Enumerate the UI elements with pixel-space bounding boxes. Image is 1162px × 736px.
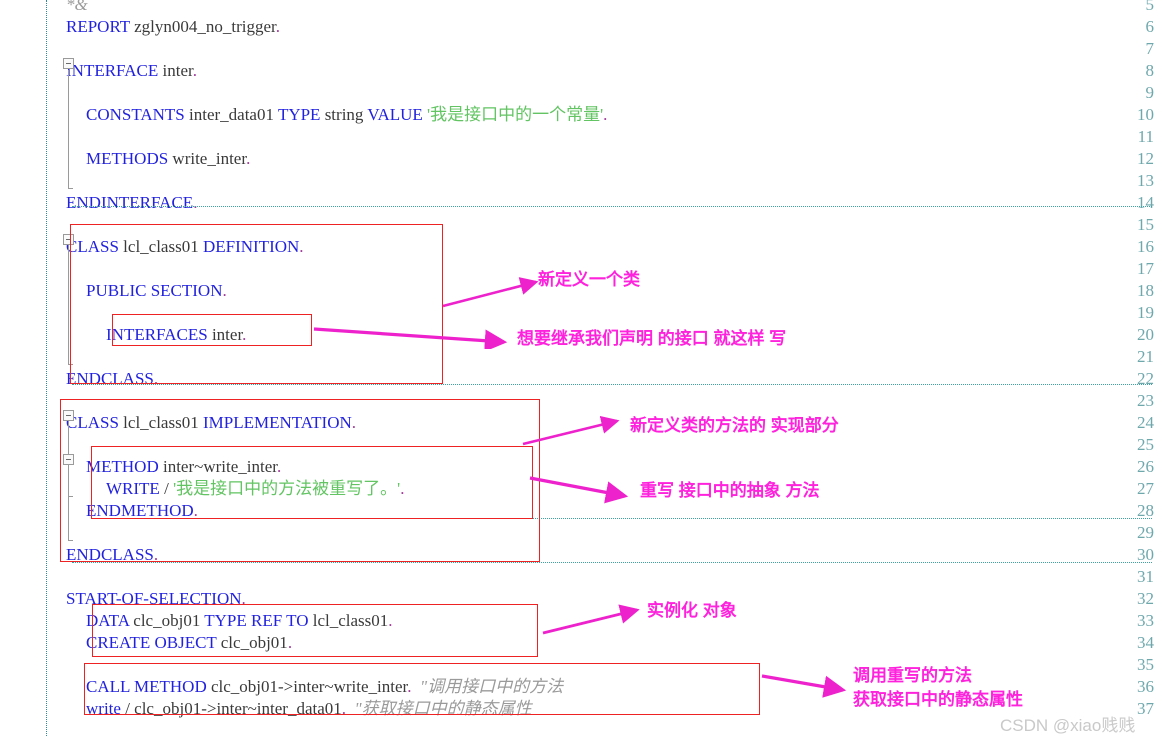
line-number: 36 (1137, 677, 1154, 696)
fold-bar-interface (68, 70, 69, 188)
code-token: TYPE (277, 105, 321, 124)
line-number: 13 (1137, 171, 1154, 190)
annotation-get-static-prop: 获取接口中的静态属性 (853, 690, 1023, 709)
code-line[interactable] (56, 82, 66, 104)
block-separator-definition (72, 384, 1152, 385)
line-number: 10 (1137, 105, 1154, 124)
highlight-box-interfaces-statement (112, 314, 312, 346)
line-number: 35 (1137, 655, 1154, 674)
code-token: *& (66, 0, 88, 14)
code-token: METHODS (86, 149, 169, 168)
arrow-override-abstract (529, 476, 629, 504)
annotation-new-class: 新定义一个类 (538, 270, 640, 289)
line-number: 26 (1137, 457, 1154, 476)
line-number: 7 (1145, 39, 1155, 58)
line-number: 5 (1145, 0, 1155, 14)
line-number: 14 (1137, 193, 1154, 212)
code-line[interactable]: INTERFACE inter. (56, 60, 197, 82)
code-line[interactable]: CONSTANTS inter_data01 TYPE string VALUE… (56, 104, 607, 126)
code-line[interactable] (56, 126, 86, 148)
code-token: INTERFACE (66, 61, 159, 80)
code-line[interactable] (56, 258, 66, 280)
line-number: 18 (1137, 281, 1154, 300)
code-line[interactable] (56, 654, 86, 676)
line-number: 15 (1137, 215, 1154, 234)
fold-end-interface (68, 188, 73, 189)
annotation-impl-part: 新定义类的方法的 实现部分 (630, 416, 839, 435)
code-token: inter_data01 (184, 105, 278, 124)
fold-marker-interface[interactable] (63, 58, 74, 69)
code-token: inter (158, 61, 193, 80)
line-number: 27 (1137, 479, 1154, 498)
code-token: CONSTANTS (86, 105, 185, 124)
arrow-call-override (761, 674, 847, 698)
arrow-implementation-part (522, 415, 620, 446)
code-line[interactable] (56, 566, 66, 588)
line-number: 12 (1137, 149, 1154, 168)
line-number: 29 (1137, 523, 1154, 542)
highlight-box-object-creation (92, 604, 538, 657)
csdn-watermark: CSDN @xiao贱贱 (1000, 716, 1136, 735)
code-token: . (246, 149, 251, 168)
arrow-new-class (442, 277, 539, 308)
code-token: . (275, 17, 281, 36)
code-token: REPORT (66, 17, 130, 36)
code-line[interactable] (56, 38, 66, 60)
line-number: 23 (1137, 391, 1154, 410)
annotation-override-abstract: 重写 接口中的抽象 方法 (640, 481, 820, 500)
code-token: . (192, 61, 197, 80)
line-number: 24 (1137, 413, 1154, 432)
arrow-instantiate-object (542, 604, 640, 635)
code-line[interactable]: ENDINTERFACE. (56, 192, 197, 214)
line-number: 22 (1137, 369, 1154, 388)
highlight-box-class-definition (70, 224, 443, 384)
line-number: 17 (1137, 259, 1154, 278)
line-number: 32 (1137, 589, 1154, 608)
arrow-inherit-interface (313, 327, 508, 349)
code-token: '我是接口中的一个常量' (422, 105, 604, 124)
highlight-box-method-call (84, 663, 760, 715)
line-number: 34 (1137, 633, 1154, 652)
code-line[interactable]: METHODS write_inter. (56, 148, 250, 170)
code-line[interactable] (56, 214, 66, 236)
line-number: 8 (1145, 61, 1155, 80)
annotation-instantiate-object: 实例化 对象 (647, 601, 737, 620)
line-number-gutter (0, 0, 46, 736)
annotation-inherit-interface: 想要继承我们声明 的接口 就这样 写 (517, 329, 787, 348)
line-number: 20 (1137, 325, 1154, 344)
gutter-divider (46, 0, 47, 736)
line-number: 11 (1137, 127, 1154, 146)
highlight-box-method-block (91, 446, 533, 519)
line-number: 31 (1137, 567, 1154, 586)
code-line[interactable]: *& (56, 0, 88, 16)
code-token: write_inter (168, 149, 247, 168)
line-number: 21 (1137, 347, 1154, 366)
block-separator-interface (72, 206, 1152, 207)
line-number: 19 (1137, 303, 1154, 322)
code-token: . (193, 193, 198, 212)
block-separator-implementation (72, 562, 1152, 563)
line-number: 6 (1145, 17, 1155, 36)
code-editor[interactable]: 5 6 7 8 9 10 11 12 13 14 15 16 17 18 19 20 21 22 23 24 25 26 2… (0, 0, 1162, 736)
line-number: 25 (1137, 435, 1154, 454)
code-token: ENDINTERFACE (66, 193, 194, 212)
line-number: 16 (1137, 237, 1154, 256)
line-number: 33 (1137, 611, 1154, 630)
line-number: 9 (1145, 83, 1155, 102)
code-token: . (603, 105, 608, 124)
code-token: string (320, 105, 368, 124)
code-token: VALUE (367, 105, 423, 124)
code-token: zglyn004_no_trigger (129, 17, 276, 36)
annotation-call-override: 调用重写的方法 (853, 666, 972, 685)
fold-bar-class-definition (68, 246, 69, 364)
code-line[interactable]: REPORT zglyn004_no_trigger. (56, 16, 280, 38)
